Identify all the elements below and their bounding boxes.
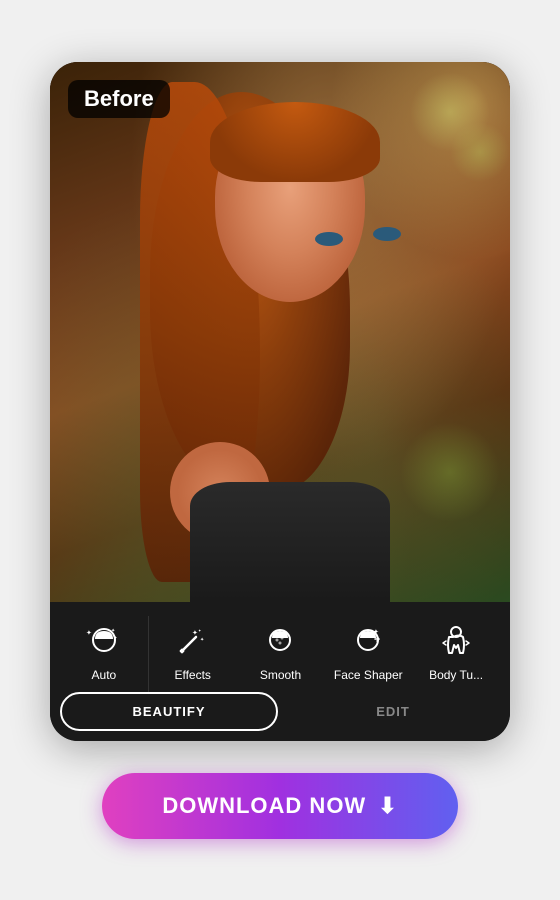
toolbar-item-face-shaper[interactable]: ✦ Face Shaper: [324, 616, 412, 692]
body-tuner-icon: [434, 620, 478, 664]
eye-left: [315, 232, 343, 246]
download-icon: ⬇: [378, 793, 397, 819]
photo-area: Before: [50, 62, 510, 602]
toolbar-icons: ✦ ✦ ✦ Auto ✦ ✦ ✦: [50, 616, 510, 692]
toolbar-item-effects[interactable]: ✦ ✦ ✦ Effects: [149, 616, 237, 692]
svg-text:✦: ✦: [86, 629, 92, 637]
face-shaper-icon: ✦: [346, 620, 390, 664]
smooth-icon: [258, 620, 302, 664]
svg-text:✦: ✦: [198, 628, 202, 633]
tab-beautify[interactable]: BEAUTIFY: [60, 692, 278, 731]
download-label: DOWNLOAD NOW: [162, 793, 366, 819]
toolbar-item-smooth[interactable]: Smooth: [237, 616, 325, 692]
smooth-label: Smooth: [260, 668, 301, 682]
toolbar: ✦ ✦ ✦ Auto ✦ ✦ ✦: [50, 602, 510, 741]
app-container: Before ✦ ✦ ✦ Auto: [50, 62, 510, 741]
download-section: DOWNLOAD NOW ⬇: [102, 773, 457, 839]
download-button[interactable]: DOWNLOAD NOW ⬇: [102, 773, 457, 839]
tab-row: BEAUTIFY EDIT: [50, 692, 510, 741]
photo-background: [50, 62, 510, 602]
svg-text:✦: ✦: [373, 628, 379, 636]
shoulder: [190, 482, 390, 602]
face-shaper-label: Face Shaper: [334, 668, 403, 682]
svg-text:✦: ✦: [114, 635, 118, 640]
auto-label: Auto: [92, 668, 117, 682]
svg-text:✦: ✦: [111, 628, 115, 634]
toolbar-item-body-tuner[interactable]: Body Tu...: [412, 616, 500, 692]
before-label: Before: [68, 80, 170, 118]
tab-edit[interactable]: EDIT: [286, 694, 500, 729]
auto-icon: ✦ ✦ ✦: [82, 620, 126, 664]
eye-right: [373, 227, 401, 241]
toolbar-item-auto[interactable]: ✦ ✦ ✦ Auto: [60, 616, 149, 692]
hair-top: [210, 102, 380, 182]
svg-text:✦: ✦: [200, 637, 204, 643]
person-silhouette: [130, 62, 430, 602]
body-tuner-label: Body Tu...: [429, 668, 483, 682]
effects-label: Effects: [174, 668, 210, 682]
effects-icon: ✦ ✦ ✦: [171, 620, 215, 664]
